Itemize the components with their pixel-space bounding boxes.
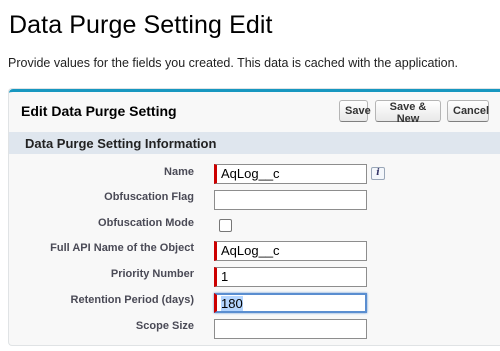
- retention-period-field[interactable]: 180: [214, 293, 367, 313]
- section-header: Data Purge Setting Information: [9, 132, 500, 154]
- retention-period-label: Retention Period (days): [70, 294, 194, 306]
- save-button[interactable]: Save: [339, 100, 371, 122]
- obfuscation-mode-checkbox[interactable]: [219, 219, 232, 232]
- retention-period-value: 180: [221, 296, 243, 311]
- name-label: Name: [164, 166, 194, 178]
- section-title: Data Purge Setting Information: [25, 136, 217, 151]
- name-field[interactable]: AqLog__c: [214, 164, 367, 184]
- scope-size-field[interactable]: [214, 319, 367, 339]
- full-api-name-label: Full API Name of the Object: [50, 242, 194, 254]
- edit-panel: Edit Data Purge Setting Save Save & New …: [8, 88, 500, 346]
- priority-number-field[interactable]: 1: [214, 267, 367, 287]
- info-icon[interactable]: i: [371, 167, 385, 180]
- obfuscation-mode-label: Obfuscation Mode: [98, 217, 194, 229]
- page-description: Provide values for the fields you create…: [8, 56, 459, 70]
- panel-title: Edit Data Purge Setting: [21, 103, 177, 119]
- save-and-new-button[interactable]: Save & New: [375, 100, 441, 125]
- obfuscation-flag-field[interactable]: [214, 190, 367, 210]
- obfuscation-flag-label: Obfuscation Flag: [104, 191, 194, 203]
- cancel-button[interactable]: Cancel: [447, 100, 489, 122]
- page-title: Data Purge Setting Edit: [9, 11, 273, 39]
- scope-size-label: Scope Size: [135, 320, 194, 332]
- full-api-name-field[interactable]: AqLog__c: [214, 241, 367, 261]
- priority-number-label: Priority Number: [110, 268, 194, 280]
- panel-header: Edit Data Purge Setting Save Save & New …: [9, 89, 500, 131]
